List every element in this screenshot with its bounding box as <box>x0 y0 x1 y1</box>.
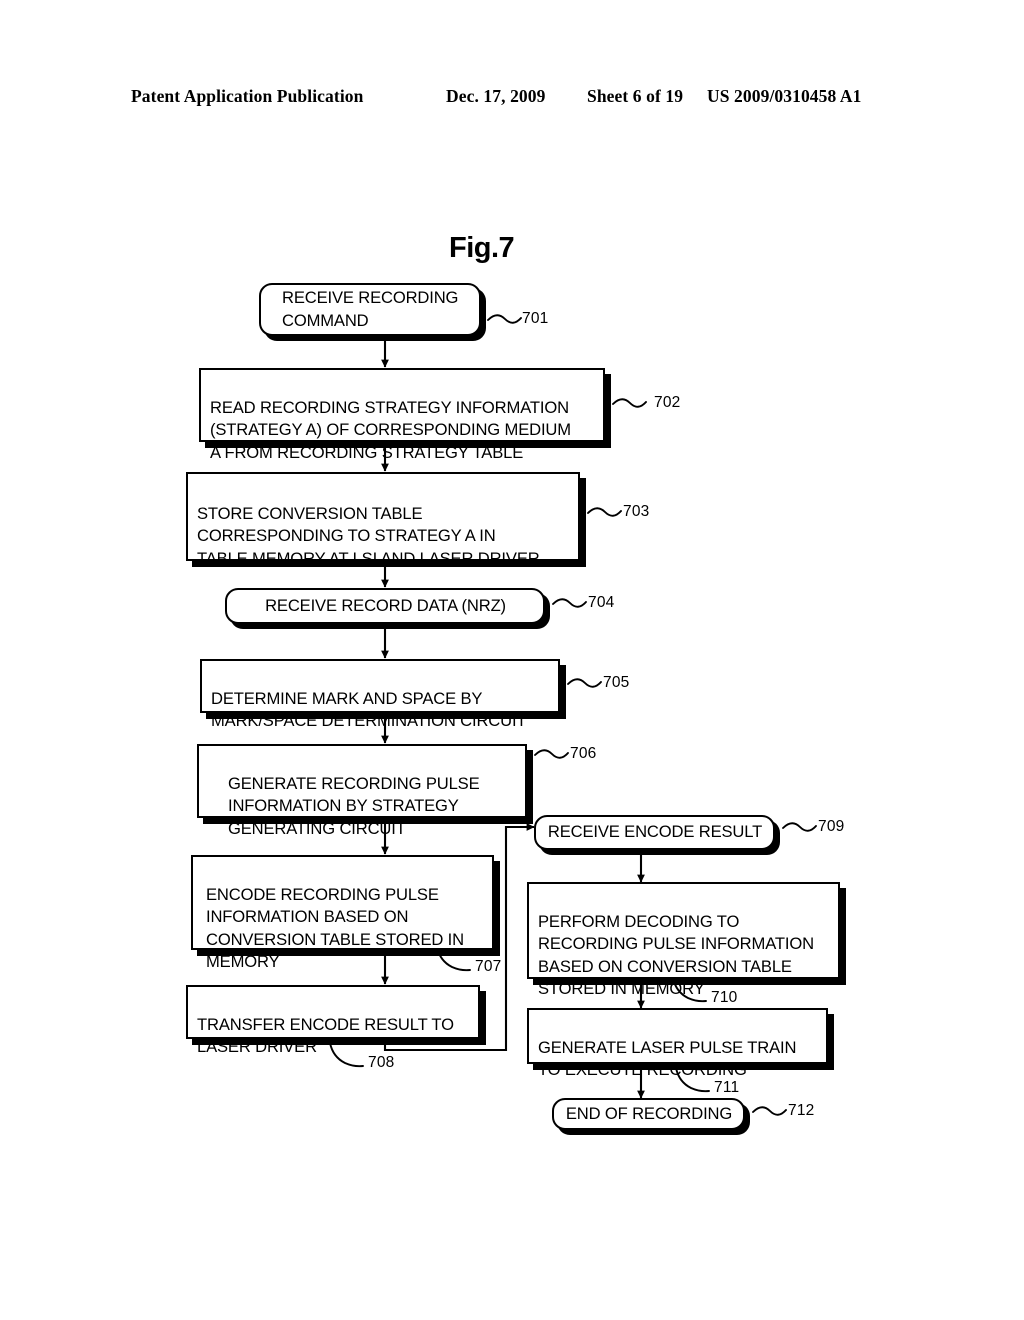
figure-title: Fig.7 <box>449 232 515 264</box>
flow-box-702[interactable]: READ RECORDING STRATEGY INFORMATION (STR… <box>199 368 605 462</box>
leader-712 <box>752 1106 787 1116</box>
leader-704 <box>552 598 587 608</box>
leader-701 <box>487 314 522 324</box>
leader-708 <box>329 1042 364 1068</box>
flow-box-704[interactable]: RECEIVE RECORD DATA (NRZ) <box>225 588 545 624</box>
publication-label: Patent Application Publication <box>131 86 364 106</box>
ref-numeral-707: 707 <box>475 958 502 975</box>
patent-number: US 2009/0310458 A1 <box>707 86 862 106</box>
ref-numeral-710: 710 <box>711 989 738 1006</box>
flow-box-705[interactable]: DETERMINE MARK AND SPACE BY MARK/SPACE D… <box>200 659 560 730</box>
leader-709 <box>782 822 817 832</box>
flow-box-701-label: RECEIVE RECORDING COMMAND <box>282 288 459 330</box>
flow-box-708-label: TRANSFER ENCODE RESULT TO LASER DRIVER <box>197 1015 454 1057</box>
flow-box-706-label: GENERATE RECORDING PULSE INFORMATION BY … <box>228 774 480 838</box>
flow-box-703-label: STORE CONVERSION TABLE CORRESPONDING TO … <box>197 504 540 568</box>
leader-702 <box>612 398 647 408</box>
flow-box-712[interactable]: END OF RECORDING <box>552 1098 745 1130</box>
ref-numeral-703: 703 <box>623 503 650 520</box>
flow-box-710-label: PERFORM DECODING TO RECORDING PULSE INFO… <box>538 912 814 998</box>
flow-box-705-label: DETERMINE MARK AND SPACE BY MARK/SPACE D… <box>211 689 527 731</box>
sheet-label: Sheet 6 of 19 <box>587 86 684 106</box>
ref-numeral-711: 711 <box>714 1079 740 1096</box>
flow-box-709[interactable]: RECEIVE ENCODE RESULT <box>534 815 775 850</box>
flow-box-703[interactable]: STORE CONVERSION TABLE CORRESPONDING TO … <box>186 472 580 568</box>
flow-box-711[interactable]: GENERATE LASER PULSE TRAIN TO EXECUTE RE… <box>527 1008 828 1079</box>
flow-box-710[interactable]: PERFORM DECODING TO RECORDING PULSE INFO… <box>527 882 840 998</box>
publication-date: Dec. 17, 2009 <box>446 86 546 106</box>
ref-numeral-702: 702 <box>654 394 681 411</box>
ref-numeral-701: 701 <box>522 310 549 327</box>
ref-numeral-708: 708 <box>368 1054 395 1071</box>
flow-box-707[interactable]: ENCODE RECORDING PULSE INFORMATION BASED… <box>191 855 494 971</box>
leader-705 <box>567 678 602 688</box>
page-header: Patent Application Publication Dec. 17, … <box>0 86 1024 112</box>
flow-box-706[interactable]: GENERATE RECORDING PULSE INFORMATION BY … <box>197 744 527 838</box>
flow-box-708[interactable]: TRANSFER ENCODE RESULT TO LASER DRIVER <box>186 985 480 1056</box>
flow-box-707-label: ENCODE RECORDING PULSE INFORMATION BASED… <box>206 885 464 971</box>
ref-numeral-709: 709 <box>818 818 845 835</box>
ref-numeral-704: 704 <box>588 594 615 611</box>
ref-numeral-705: 705 <box>603 674 630 691</box>
ref-numeral-712: 712 <box>788 1102 815 1119</box>
leader-703 <box>587 507 622 517</box>
leader-706 <box>534 749 569 759</box>
flow-box-709-label: RECEIVE ENCODE RESULT <box>547 822 763 842</box>
flow-box-704-label: RECEIVE RECORD DATA (NRZ) <box>265 595 506 615</box>
flow-box-712-label: END OF RECORDING <box>565 1103 733 1123</box>
flow-box-701[interactable]: RECEIVE RECORDING COMMAND <box>259 283 481 336</box>
flow-box-702-label: READ RECORDING STRATEGY INFORMATION (STR… <box>210 398 571 462</box>
flow-box-711-label: GENERATE LASER PULSE TRAIN TO EXECUTE RE… <box>538 1038 797 1080</box>
ref-numeral-706: 706 <box>570 745 597 762</box>
